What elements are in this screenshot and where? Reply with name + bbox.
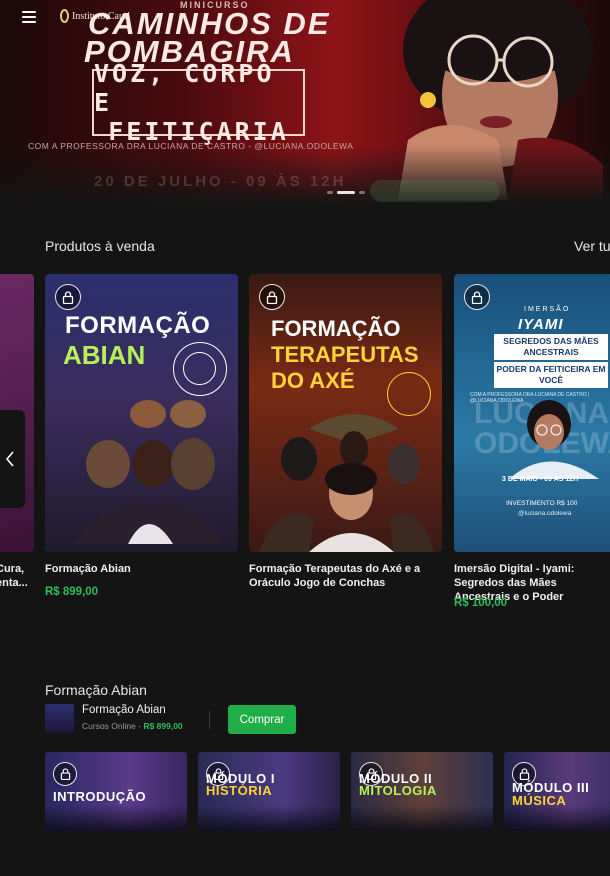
lock-icon [55, 284, 81, 310]
course-product-name: Formação Abian [82, 704, 166, 716]
hero-subtitle-box: VOZ, CORPO E FEITIÇARIA [92, 59, 305, 146]
lock-icon [53, 762, 77, 786]
card-art-line2: TERAPEUTAS [271, 342, 419, 367]
card-art-line3: DO AXÉ [271, 368, 355, 393]
course-product-meta: Cursos Online - R$ 899,00 [82, 721, 183, 731]
hero-box-line1: VOZ, CORPO E [94, 59, 275, 117]
card-art-title: IYAMI [518, 316, 564, 333]
hero-credit: COM A PROFESSORA DRA LUCIANA DE CASTRO -… [28, 141, 354, 151]
module-label: INTRODUÇÃO [53, 789, 147, 804]
hero-banner[interactable]: Instituto Cauri MINICURSO CAMINHOS DE PO… [0, 0, 610, 205]
cowrie-icon [60, 9, 69, 23]
product-card-partial-name: Cura, enta... [0, 562, 36, 590]
module-card-intro[interactable]: INTRODUÇÃO [45, 752, 187, 831]
product-name-terapeutas[interactable]: Formação Terapeutas do Axé e a Oráculo J… [249, 562, 442, 590]
card-art-line1: FORMAÇÃO [271, 316, 401, 341]
card-art-invest: INVESTIMENTO R$ 100 [506, 500, 578, 507]
card-art-presenter [509, 400, 599, 479]
course-product-info[interactable]: Formação Abian Cursos Online - R$ 899,00 [45, 704, 183, 733]
module-label: HISTÓRIA [206, 783, 273, 798]
section-title-course: Formação Abian [45, 682, 147, 698]
module-card-historia[interactable]: MÓDULO I HISTÓRIA [198, 752, 340, 831]
product-card-abian[interactable]: FORMAÇÃO ABIAN [45, 274, 238, 552]
module-card-mitologia[interactable]: MÓDULO II MITOLOGIA [351, 752, 493, 831]
product-price-iyami: R$ 100,00 [454, 597, 508, 609]
divider [209, 711, 210, 729]
hero-date: 20 DE JULHO - 09 ÀS 12H [94, 173, 347, 190]
carousel-dot[interactable] [359, 191, 365, 194]
carousel-prev-button[interactable] [0, 410, 25, 508]
product-card-iyami[interactable]: IMERSÃO IYAMI SEGREDOS DAS MÃES ANCESTRA… [454, 274, 610, 552]
module-label: MITOLOGIA [359, 783, 437, 798]
product-name-abian[interactable]: Formação Abian [45, 562, 238, 576]
section-title-products: Produtos à venda [45, 238, 155, 254]
hamburger-icon[interactable] [22, 11, 36, 23]
module-fade [351, 805, 493, 831]
card-art-date: 3 DE MAIO - 09 ÀS 12H [502, 476, 579, 483]
module-label: MÚSICA [512, 793, 567, 808]
carousel-dot-active[interactable] [337, 191, 355, 194]
product-card-terapeutas[interactable]: FORMAÇÃO TERAPEUTAS DO AXÉ [249, 274, 442, 552]
card-art-handle: @luciana.odolewa [518, 510, 572, 517]
chevron-left-icon [5, 451, 14, 467]
card-art-pre: IMERSÃO [524, 306, 571, 313]
partial-name-line2: enta... [0, 577, 28, 589]
product-price-abian: R$ 899,00 [45, 586, 99, 598]
card-art-box2: PODER DA FEITICEIRA EM VOCÊ [494, 362, 608, 388]
carousel-dots [327, 191, 365, 194]
card-art-line2: ABIAN [63, 340, 146, 370]
card-art-box1: SEGREDOS DAS MÃES ANCESTRAIS [494, 334, 608, 360]
card-art-line1: FORMAÇÃO [65, 312, 211, 339]
module-fade [45, 805, 187, 831]
card-art-figures [73, 400, 223, 544]
see-all-link[interactable]: Ver tu [574, 238, 610, 254]
course-thumbnail [45, 704, 74, 733]
course-price: R$ 899,00 [143, 721, 183, 731]
module-fade [198, 805, 340, 831]
seal-icon [173, 342, 227, 396]
course-category: Cursos Online [82, 721, 136, 731]
buy-button[interactable]: Comprar [228, 705, 296, 734]
lock-icon [259, 284, 285, 310]
partial-name-line1: Cura, [0, 563, 25, 575]
hero-cta-button[interactable] [370, 180, 500, 202]
carousel-dot[interactable] [327, 191, 333, 194]
module-card-musica[interactable]: MÓDULO III MÚSICA [504, 752, 610, 831]
card-art-figures [259, 414, 434, 552]
lock-icon [464, 284, 490, 310]
module-fade [504, 805, 610, 831]
